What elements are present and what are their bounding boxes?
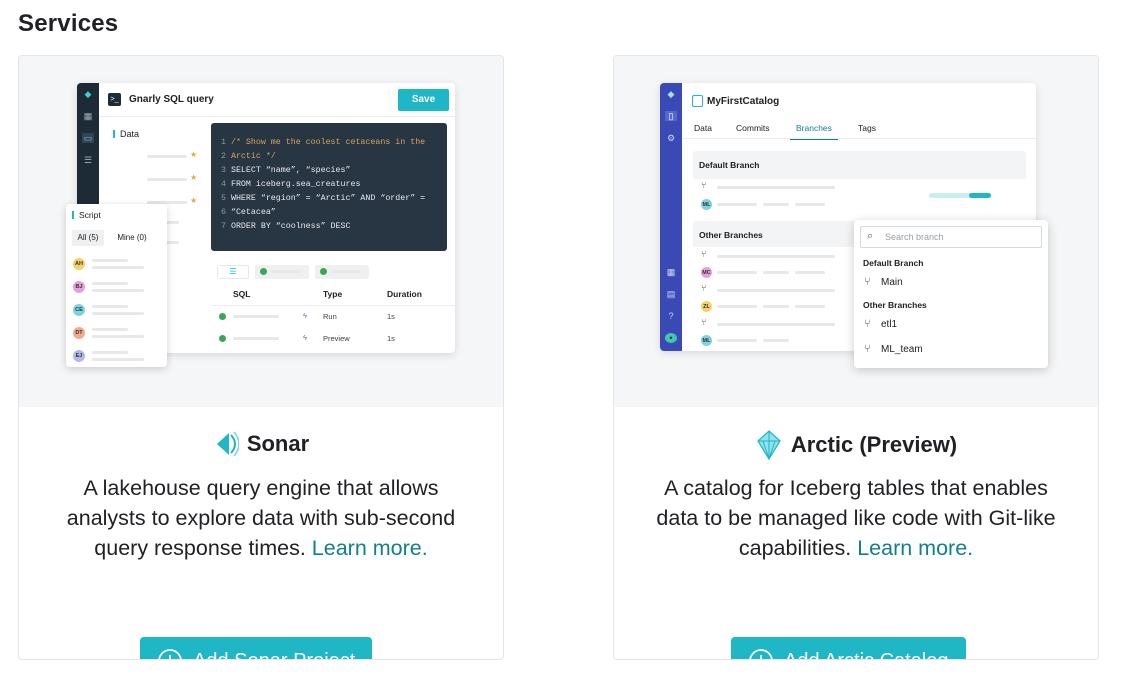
section-label: Other Branches (699, 230, 763, 240)
plus-circle-icon (749, 649, 773, 659)
add-sonar-project-button[interactable]: Add Sonar Project (140, 637, 373, 660)
branch-icon: ⑂ (701, 180, 707, 190)
learn-more-link[interactable]: Learn more. (857, 536, 973, 560)
service-description: A catalog for Iceberg tables that enable… (656, 476, 1056, 560)
arctic-card-body: Arctic (Preview) A catalog for Iceberg t… (614, 407, 1098, 660)
gear-icon: ⚙ (666, 133, 676, 143)
query-title: Gnarly SQL query (129, 94, 214, 105)
tab-mine: Mine (0) (117, 233, 147, 242)
terminal-icon: >_ (108, 93, 121, 106)
search-branch-input: Search branch (860, 226, 1042, 248)
branch-selector-popover: ⌕ Search branch Default Branch ⑂ Main Ot… (854, 220, 1048, 368)
bolt-icon: ϟ (303, 311, 307, 320)
branch-icon: ⑂ (701, 249, 707, 259)
popover-section-header: Default Branch (863, 258, 924, 268)
script-panel-mock: Script All (5) Mine (0) AH BJ CE DT EJ (66, 204, 167, 367)
results-table: ☰ SQL Type Duration ϟ Run 1s ϟ Preview 1… (211, 263, 455, 353)
result-duration: 1s (387, 312, 395, 321)
branch-icon: ⑂ (701, 283, 707, 293)
result-type: Run (323, 312, 337, 321)
sql-code-editor: 1 /* Show me the coolest cetaceans in th… (211, 123, 447, 251)
sonar-heading: Sonar (19, 429, 503, 459)
plus-circle-icon (158, 649, 182, 659)
save-button: Save (398, 89, 449, 111)
docs-icon: ▤ (666, 289, 676, 299)
button-label: Add Arctic Catalog (784, 650, 949, 660)
avatar: AH (73, 258, 85, 270)
default-branch-section: Default Branch ⑂ ML (693, 151, 1026, 213)
service-description: A lakehouse query engine that allows ana… (66, 476, 456, 560)
branch-icon: ⑂ (864, 343, 871, 355)
data-label: Data (113, 129, 139, 139)
learn-more-link[interactable]: Learn more. (312, 536, 428, 560)
sonar-logo-icon: ◆ (84, 89, 92, 99)
column-header: Type (323, 289, 343, 299)
script-title: Script (72, 210, 101, 220)
sonar-card-body: Sonar A lakehouse query engine that allo… (19, 407, 503, 660)
catalog-icon: ▯ (665, 111, 677, 121)
branch-icon: ⑂ (864, 318, 871, 330)
branch-icon: ⑂ (864, 276, 871, 288)
sonar-service-card: ◆ ▦ ▭ ☰ >_ Gnarly SQL query Save Data ★ … (18, 55, 504, 660)
branch-item: etl1 (881, 319, 898, 330)
add-arctic-catalog-button[interactable]: Add Arctic Catalog (731, 637, 966, 660)
section-label: Default Branch (699, 160, 760, 170)
avatar: EJ (73, 350, 85, 362)
table-icon: ▦ (83, 111, 93, 121)
avatar: DT (73, 327, 85, 339)
editor-header: >_ Gnarly SQL query Save (99, 83, 455, 117)
catalog-icon (692, 95, 703, 107)
terminal-icon: ▭ (82, 133, 94, 143)
list-icon: ☰ (83, 155, 93, 165)
service-title: Arctic (Preview) (790, 432, 958, 457)
column-header: SQL (233, 289, 251, 299)
bolt-icon: ϟ (303, 333, 307, 342)
grid-icon: ▦ (666, 267, 676, 277)
sonar-preview-illustration: ◆ ▦ ▭ ☰ >_ Gnarly SQL query Save Data ★ … (19, 56, 503, 407)
tab-commits: Commits (736, 123, 770, 133)
avatar: MC (701, 267, 712, 278)
result-duration: 1s (387, 334, 395, 343)
avatar: CE (73, 304, 85, 316)
button-label: Add Sonar Project (193, 650, 355, 660)
arctic-service-card: ◆ ▯ ⚙ ▦ ▤ ? • MyFirstCatalog Data Commit… (613, 55, 1099, 660)
avatar: ML (701, 199, 712, 210)
tab-all: All (5) (72, 230, 104, 246)
sonar-logo-icon (216, 431, 239, 457)
arctic-logo-icon: ◆ (667, 89, 675, 99)
branch-item: Main (881, 277, 903, 288)
list-icon: ☰ (217, 265, 249, 279)
catalog-title: MyFirstCatalog (707, 96, 780, 107)
avatar: BJ (73, 281, 85, 293)
service-title: Sonar (246, 431, 310, 456)
avatar: ML (701, 335, 712, 346)
tab-data: Data (694, 123, 712, 133)
arctic-rail: ◆ ▯ ⚙ ▦ ▤ ? • (660, 83, 682, 351)
result-type: Preview (323, 334, 350, 343)
branch-item: ML_team (881, 344, 923, 355)
user-avatar: • (665, 333, 677, 343)
page-title: Services (18, 10, 119, 37)
arctic-heading: Arctic (Preview) (614, 429, 1098, 461)
branch-icon: ⑂ (701, 317, 707, 327)
avatar: ZL (701, 301, 712, 312)
help-icon: ? (668, 311, 674, 321)
arctic-preview-illustration: ◆ ▯ ⚙ ▦ ▤ ? • MyFirstCatalog Data Commit… (614, 56, 1098, 407)
tab-tags: Tags (858, 123, 876, 133)
arctic-logo-icon (757, 430, 781, 461)
column-header: Duration (387, 289, 422, 299)
popover-section-header: Other Branches (863, 300, 927, 310)
